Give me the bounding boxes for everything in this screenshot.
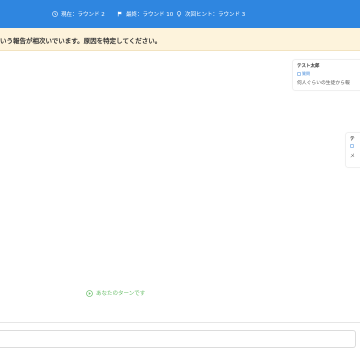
tag-icon [350,144,354,148]
message-tag-label: 質問 [302,71,310,76]
message-sender: テ [350,137,355,142]
message-text: メ [350,154,355,159]
chat-message-card: テ メ [346,133,360,167]
chat-area[interactable]: テスト太郎 質問 何人ぐらいの生徒から報 テ メ [0,51,360,321]
next-hint-label: 次回ヒント：ラウンド 3 [185,12,246,18]
chat-message-card: テスト太郎 質問 何人ぐらいの生徒から報 [293,60,360,90]
current-round-label: 現在：ラウンド 2 [61,12,105,18]
problem-banner: いう報告が相次いでいます。原因を特定してください。 [0,28,360,51]
message-tag: 質問 [297,71,310,77]
next-hint-indicator: 次回ヒント：ラウンド 3 [176,10,245,18]
problem-text: いう報告が相次いでいます。原因を特定してください。 [0,37,162,45]
message-text: 何人ぐらいの生徒から報 [297,81,350,86]
clock-icon [52,11,58,17]
message-input[interactable] [0,330,356,348]
composer-divider [0,322,360,323]
latest-round-indicator: 最終：ラウンド 10 [117,10,173,18]
tag-icon [297,72,301,76]
game-screen: 現在：ラウンド 2 最終：ラウンド 10 次回ヒント：ラウンド 3 いう報告が相… [0,0,360,360]
latest-round-label: 最終：ラウンド 10 [126,12,174,18]
lightbulb-icon [176,11,182,17]
flag-icon [117,11,122,17]
play-circle-icon [86,289,93,297]
round-status-bar: 現在：ラウンド 2 最終：ラウンド 10 次回ヒント：ラウンド 3 [0,0,360,28]
current-round-indicator: 現在：ラウンド 2 [52,10,105,18]
turn-indicator-label: あなたのターンです [96,291,146,297]
turn-indicator: あなたのターンです [86,289,145,297]
message-sender: テスト太郎 [297,64,320,69]
message-tag [350,144,355,148]
